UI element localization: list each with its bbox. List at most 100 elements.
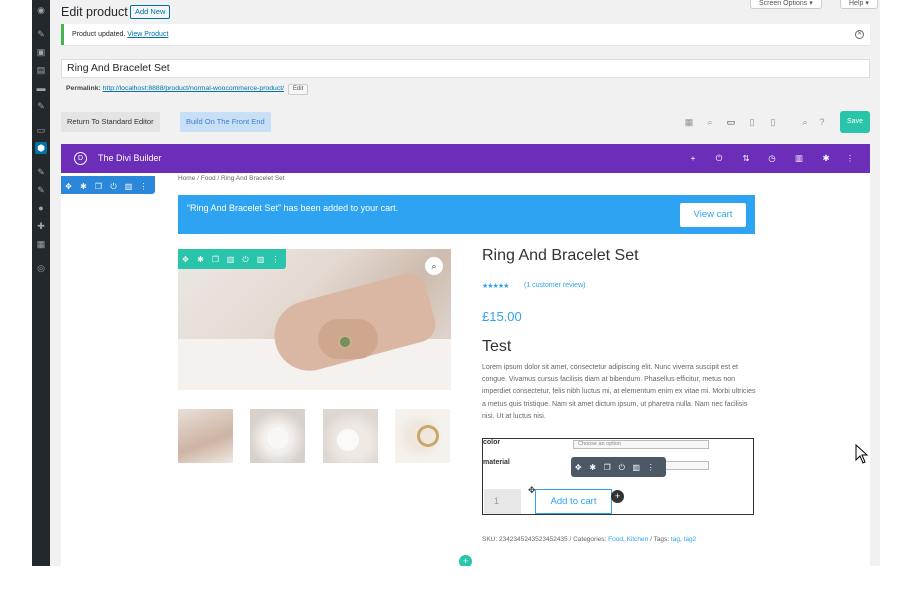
builder-canvas: ✥ ✱ ❐ ⏻ ▥ ⋮ Home / Food / Ring And Bracelet S… [61,173,870,566]
front-end-builder-button[interactable]: Build On The Front End [180,112,271,132]
wireframe-icon[interactable]: ▦ [683,115,695,129]
settings-icon[interactable]: ✱ [193,250,208,270]
review-link[interactable]: (1 customer review) [524,282,585,289]
phone-icon[interactable]: ▯ [767,115,779,129]
settings-icon[interactable]: ✱ [586,458,601,478]
tag-link[interactable]: tag2 [684,536,697,543]
add-to-cart-button[interactable]: Add to cart [535,489,612,514]
dashboard-icon[interactable]: ◉ [35,4,47,16]
settings-icon[interactable]: ▦ [35,238,47,250]
more-icon[interactable]: ⋮ [268,250,283,270]
power-icon[interactable]: ⏻ [106,178,121,196]
media-icon[interactable]: ▣ [35,46,47,58]
power-icon[interactable]: ⏻ [713,144,725,173]
desktop-icon[interactable]: ▭ [725,115,737,129]
page-title: Edit product [61,5,128,19]
view-product-link[interactable]: View Product [127,31,168,38]
rating-stars: ★★★★★ [482,283,509,290]
more-icon[interactable]: ⋮ [844,144,856,173]
power-icon[interactable]: ⏻ [238,250,253,270]
product-name: Ring And Bracelet Set [482,247,639,264]
history-icon[interactable]: ◷ [766,144,778,173]
tag-link[interactable]: tag [671,536,680,543]
color-select[interactable]: Choose an option [573,440,709,449]
product-thumbnail[interactable] [323,409,378,463]
permalink-label: Permalink: [66,85,101,92]
settings-icon[interactable]: ✱ [76,178,91,196]
product-main-image[interactable]: ✥ ✱ ❐ ▥ ⏻ ▥ ⋮ ⌕ [178,249,451,390]
zoom-icon[interactable]: ⌕ [704,115,716,129]
columns-icon[interactable]: ▥ [223,250,238,270]
help-button[interactable]: Help ▾ [840,0,878,9]
pages-icon[interactable]: ▤ [35,64,47,76]
permalink: Permalink: http://localhost:8888/product… [66,84,309,95]
trash-icon[interactable]: ▥ [793,144,805,173]
permalink-edit-button[interactable]: Edit [287,84,309,95]
wp-admin-sidebar: ◉ ✎ ▣ ▤ ▬ ✎ ▭ ⬢ ✎ ✎ ● ✚ ▦ ◎ [32,0,50,566]
product-title-input[interactable]: Ring And Bracelet Set [61,59,870,78]
product-description: Lorem ipsum dolor sit amet, consectetur … [482,364,756,420]
product-thumbnail[interactable] [250,409,305,463]
duplicate-icon[interactable]: ❐ [208,250,223,270]
add-new-button[interactable]: Add New [130,5,171,19]
tags-text: / Tags: [648,536,671,543]
product-heading: Test [482,338,512,355]
duplicate-icon[interactable]: ❐ [91,178,106,196]
row-toolbar: ✥ ✱ ❐ ⏻ ▥ ⋮ [61,176,155,194]
move-icon[interactable]: ✥ [61,178,76,196]
sku-text: SKU: 2342345243523452435 / Categories: [482,536,609,543]
plugins-icon[interactable]: ✎ [35,184,47,196]
material-label: material [483,459,510,466]
trash-icon[interactable]: ▥ [253,250,268,270]
divi-builder-title: The Divi Builder [98,153,162,163]
pin-icon[interactable]: ✎ [35,100,47,112]
add-module-icon[interactable]: + [611,490,624,503]
trash-icon[interactable]: ▥ [121,178,136,196]
search-icon[interactable]: ⌕ [799,115,811,129]
mouse-pointer-icon [855,444,869,464]
products-icon[interactable]: ⬢ [35,142,47,154]
breadcrumb: Home / Food / Ring And Bracelet Set [178,175,285,182]
view-cart-button[interactable]: View cart [680,203,746,227]
update-notice: Product updated. View Product ✕ [61,24,870,45]
move-icon[interactable]: ✥ [571,458,586,478]
notice-text: Product updated. [72,31,126,38]
move-icon[interactable]: ✥ [178,250,193,270]
divi-logo-icon: D [74,152,87,165]
users-icon[interactable]: ● [35,202,47,214]
add-row-icon[interactable]: + [459,555,472,566]
settings-icon[interactable]: ✱ [820,144,832,173]
add-icon[interactable]: + [687,144,699,173]
zoom-icon[interactable]: ⌕ [425,257,443,275]
power-icon[interactable]: ⏻ [615,458,630,478]
more-icon[interactable]: ⋮ [136,178,151,196]
more-icon[interactable]: ⋮ [644,458,659,478]
category-link[interactable]: Kitchen [627,536,649,543]
comments-icon[interactable]: ▬ [35,82,47,94]
permalink-url[interactable]: http://localhost:8888/product/normal-woo… [103,85,284,92]
screen-options-button[interactable]: Screen Options ▾ [750,0,822,9]
cart-notice-text: “Ring And Bracelet Set” has been added t… [187,203,399,213]
tablet-icon[interactable]: ▯ [746,115,758,129]
duplicate-icon[interactable]: ❐ [600,458,615,478]
product-thumbnail[interactable] [395,409,450,463]
add-to-cart-form: color Choose an option material ✥ ✱ ❐ ⏻ ▥ ⋮ 1… [482,438,754,515]
tools-icon[interactable]: ✚ [35,220,47,232]
category-link[interactable]: Food [608,536,623,543]
woocommerce-icon[interactable]: ▭ [35,124,47,136]
help-icon[interactable]: ? [816,115,828,129]
sort-icon[interactable]: ⇅ [740,144,752,173]
divi-builder-header: D The Divi Builder + ⏻ ⇅ ◷ ▥ ✱ ⋮ [61,144,870,173]
module-toolbar: ✥ ✱ ❐ ⏻ ▥ ⋮ [571,457,666,477]
divi-icon[interactable]: ◎ [35,262,47,274]
save-button[interactable]: Save [840,111,870,133]
quantity-input[interactable]: 1 [484,489,521,514]
trash-icon[interactable]: ▥ [629,458,644,478]
standard-editor-button[interactable]: Return To Standard Editor [61,112,160,132]
product-thumbnail[interactable] [178,409,233,463]
product-price: £15.00 [482,309,522,324]
pin-icon[interactable]: ✎ [35,28,47,40]
dismiss-icon[interactable]: ✕ [855,30,864,39]
admin-content: Screen Options ▾ Help ▾ Edit product Add… [50,0,880,566]
appearance-icon[interactable]: ✎ [35,166,47,178]
